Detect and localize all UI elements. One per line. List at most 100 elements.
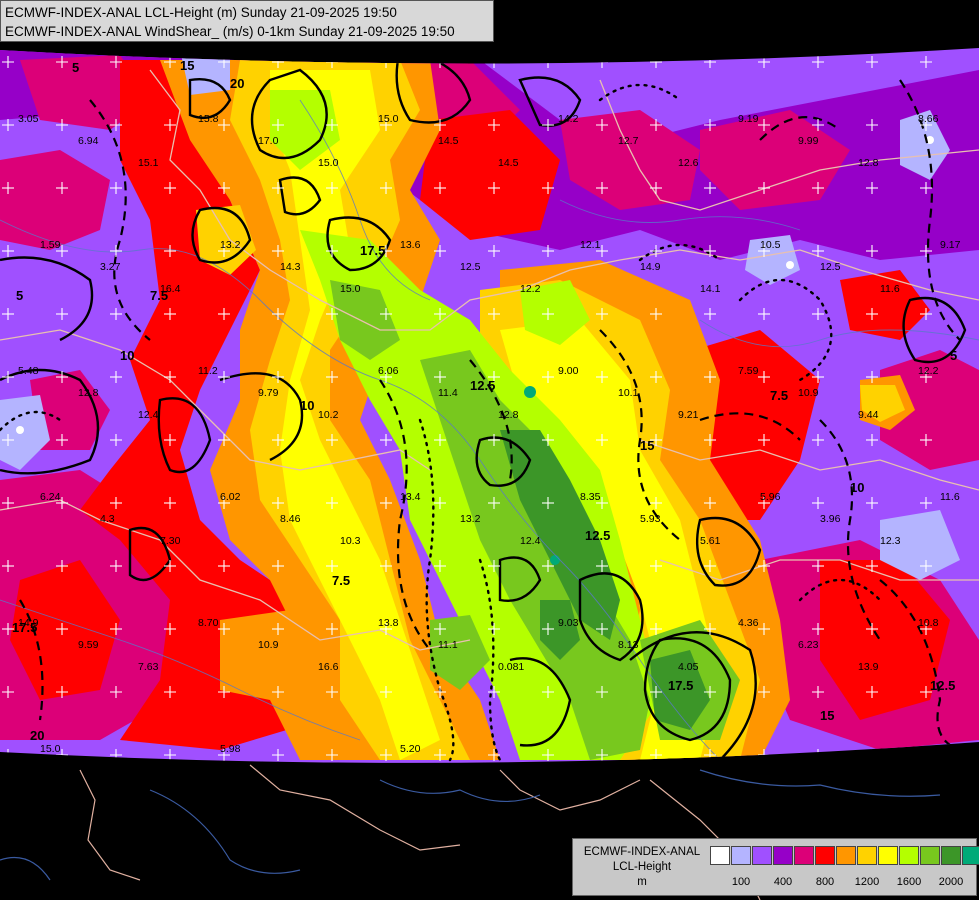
value-label: 9.03 — [558, 617, 579, 629]
contour-label: 5 — [950, 348, 957, 363]
contour-label: 12.5 — [470, 378, 495, 393]
value-label: 12.8 — [858, 157, 879, 169]
value-label: 16.6 — [318, 661, 339, 673]
value-label: 12.5 — [820, 261, 841, 273]
value-label: 10.8 — [918, 617, 939, 629]
contour-label: 15 — [820, 708, 834, 723]
value-label: 4.05 — [678, 661, 699, 673]
value-label: 14.5 — [438, 135, 459, 147]
value-label: 7.30 — [160, 535, 181, 547]
contour-label: 10 — [120, 348, 134, 363]
value-label: 14.1 — [700, 283, 721, 295]
contour-label: 7.5 — [770, 388, 788, 403]
value-label: 5.98 — [220, 743, 241, 755]
value-label: 7.63 — [138, 661, 159, 673]
legend-tick-label: 800 — [815, 876, 835, 888]
legend-swatch — [731, 846, 751, 865]
value-label: 11.4 — [438, 387, 458, 399]
value-label: 1.59 — [40, 239, 61, 251]
legend-swatch — [878, 846, 898, 865]
value-label: 13.6 — [400, 239, 421, 251]
legend-swatch — [857, 846, 877, 865]
value-label: 3.27 — [100, 261, 121, 273]
value-label: 10.9 — [258, 639, 279, 651]
legend-swatch — [794, 846, 814, 865]
value-label: 13.2 — [220, 239, 241, 251]
value-label: 9.17 — [940, 239, 961, 251]
contour-label: 17.5 — [668, 678, 693, 693]
legend-swatch — [836, 846, 856, 865]
value-label: 5.96 — [760, 491, 781, 503]
value-label: 9.00 — [558, 365, 579, 377]
color-legend: ECMWF-INDEX-ANAL LCL-Height m 100 400 800 1… — [572, 838, 979, 896]
value-label: 12.1 — [580, 239, 601, 251]
value-label: 6.23 — [798, 639, 819, 651]
value-label: 13.9 — [858, 661, 879, 673]
legend-tick-label: 100 — [731, 876, 751, 888]
legend-swatch — [752, 846, 772, 865]
value-label: 12.5 — [460, 261, 481, 273]
contour-label: 12.5 — [585, 528, 610, 543]
legend-title: ECMWF-INDEX-ANAL LCL-Height m — [577, 845, 707, 890]
legend-swatches — [710, 846, 979, 865]
value-label: 15.0 — [340, 283, 361, 295]
value-label: 3.96 — [820, 513, 841, 525]
contour-label: 20 — [30, 728, 44, 743]
legend-tick-label: 1600 — [896, 876, 922, 888]
contour-label: 10 — [300, 398, 314, 413]
value-label: 12.3 — [880, 535, 901, 547]
contour-label: 15 — [180, 58, 194, 73]
legend-tick-label: 400 — [773, 876, 793, 888]
value-label: 12.4 — [138, 409, 159, 421]
value-label: 15.0 — [378, 113, 399, 125]
value-label: 8.46 — [280, 513, 301, 525]
contour-label: 20 — [230, 76, 244, 91]
value-label: 11.2 — [198, 365, 218, 377]
value-label: 15.8 — [198, 113, 219, 125]
value-label: 15.0 — [40, 743, 61, 755]
title-line-windshear: ECMWF-INDEX-ANAL WindShear_ (m/s) 0-1km … — [5, 24, 455, 39]
value-label: 4.36 — [738, 617, 759, 629]
title-line-lcl: ECMWF-INDEX-ANAL LCL-Height (m) Sunday 2… — [5, 5, 397, 20]
value-label: 8.66 — [918, 113, 939, 125]
value-label: 10.3 — [340, 535, 361, 547]
legend-swatch — [941, 846, 961, 865]
value-label: 12.4 — [520, 535, 541, 547]
value-label: 13.2 — [460, 513, 481, 525]
value-label: 14.9 — [640, 261, 661, 273]
legend-swatch — [815, 846, 835, 865]
value-label: 6.24 — [40, 491, 61, 503]
contour-label: 15 — [640, 438, 654, 453]
legend-swatch — [773, 846, 793, 865]
contour-label: 5 — [72, 60, 79, 75]
value-label: 15.0 — [318, 157, 339, 169]
value-label: 9.59 — [78, 639, 99, 651]
contour-label: 10 — [850, 480, 864, 495]
value-label: 8.35 — [580, 491, 601, 503]
value-label: 12.8 — [498, 409, 519, 421]
weather-map: 3.05 6.94 15.1 15.8 17.0 15.0 15.0 14.5 14.5 14.2… — [0, 0, 979, 900]
legend-title-unit: m — [637, 876, 647, 888]
value-label: 13.4 — [400, 491, 421, 503]
legend-swatch — [710, 846, 730, 865]
value-label: 12.7 — [618, 135, 639, 147]
value-label: 7.59 — [738, 365, 759, 377]
contour-label: 7.5 — [332, 573, 350, 588]
value-label: 3.05 — [18, 113, 39, 125]
value-label: 13.8 — [378, 617, 399, 629]
legend-ticks: 100 400 800 1200 1600 2000 — [710, 876, 970, 890]
value-label: 12.2 — [520, 283, 541, 295]
value-label: 14.5 — [498, 157, 519, 169]
value-label: 8.70 — [198, 617, 219, 629]
legend-tick-label: 1200 — [854, 876, 880, 888]
value-label: 12.8 — [78, 387, 99, 399]
map-title: ECMWF-INDEX-ANAL LCL-Height (m) Sunday 2… — [0, 0, 494, 42]
value-label: 5.61 — [700, 535, 721, 547]
value-label: 5.93 — [640, 513, 661, 525]
contour-label: 17.5 — [360, 243, 385, 258]
legend-title-model: ECMWF-INDEX-ANAL — [583, 846, 701, 858]
value-label: 8.13 — [618, 639, 639, 651]
value-label: 9.21 — [678, 409, 699, 421]
value-label: 6.94 — [78, 135, 99, 147]
contour-label: 5 — [16, 288, 23, 303]
